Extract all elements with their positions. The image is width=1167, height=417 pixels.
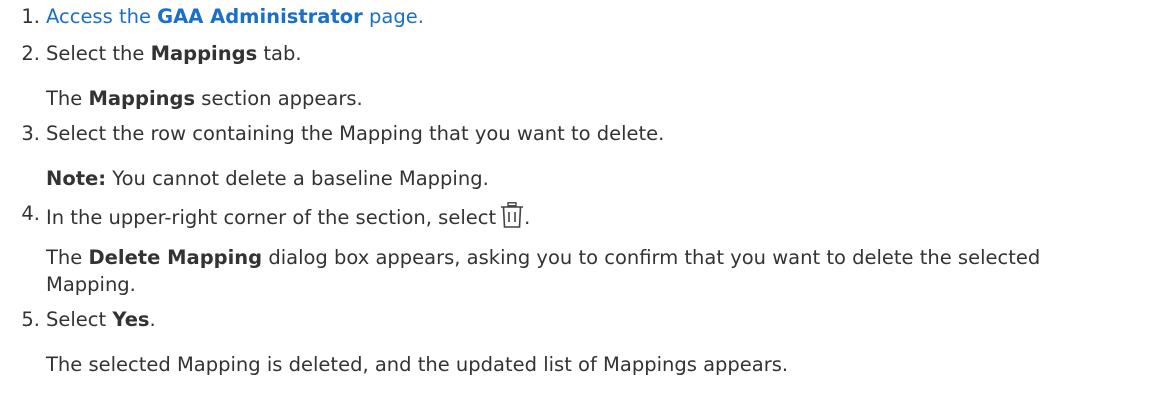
step-2-result: The Mappings section appears. <box>46 85 1156 112</box>
step-number: 3. <box>21 122 40 145</box>
result-line2: Mapping. <box>46 273 136 296</box>
link-text-before[interactable]: Access the <box>46 5 157 28</box>
step-text: Select Yes. <box>46 308 156 331</box>
link-text-after[interactable]: page. <box>363 5 424 28</box>
result-after: section appears. <box>195 87 363 110</box>
step-3-note: Note: You cannot delete a baseline Mappi… <box>46 165 1156 192</box>
note-text: You cannot delete a baseline Mapping. <box>106 167 489 190</box>
result-bold: Delete Mapping <box>88 246 263 269</box>
step-text: Select the Mappings tab. <box>46 42 302 65</box>
note-label: Note: <box>46 167 107 190</box>
result-after: dialog box appears, asking you to confir… <box>262 246 1041 269</box>
step-number: 2. <box>21 42 40 65</box>
link-text-bold[interactable]: GAA Administrator <box>157 5 363 28</box>
step-text: Select the row containing the Mapping th… <box>46 122 665 145</box>
result-text: The selected Mapping is deleted, and the… <box>46 353 789 376</box>
step-text-before: In the upper-right corner of the section… <box>46 206 497 229</box>
gaa-administrator-link[interactable]: Access the GAA Administrator page. <box>46 5 424 28</box>
step-5-result: The selected Mapping is deleted, and the… <box>46 351 1156 378</box>
step-text-after: tab. <box>257 42 302 65</box>
result-bold: Mappings <box>88 87 196 110</box>
step-text-before: Select the <box>46 42 151 65</box>
result-before: The <box>46 246 89 269</box>
step-number: 1. <box>21 5 40 28</box>
result-before: The <box>46 87 89 110</box>
step-text: In the upper-right corner of the section… <box>46 202 530 233</box>
step-number: 4. <box>21 202 40 225</box>
step-text-before: Select <box>46 308 113 331</box>
step-text-bold: Yes <box>112 308 150 331</box>
step-number: 5. <box>21 308 40 331</box>
trash-icon <box>500 202 524 233</box>
step-text-after: . <box>524 206 531 229</box>
step-4-result: The Delete Mapping dialog box appears, a… <box>46 244 1156 298</box>
step-text-after: . <box>149 308 156 331</box>
step-text-bold: Mappings <box>150 42 258 65</box>
